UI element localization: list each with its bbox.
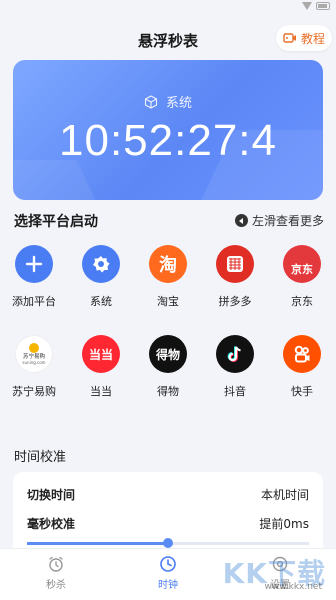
- tab-settings[interactable]: 设置: [224, 549, 336, 600]
- bottom-tab-bar: 秒杀 时钟 设置: [0, 548, 336, 600]
- platform-section-title: 选择平台启动: [14, 214, 98, 230]
- platform-label: 淘宝: [157, 295, 179, 308]
- platform-label: 得物: [157, 385, 179, 398]
- swipe-hint-label: 左滑查看更多: [251, 214, 324, 228]
- switch-time-label: 切换时间: [27, 488, 76, 502]
- platform-section-header: 选择平台启动 左滑查看更多: [14, 208, 324, 230]
- video-icon: [283, 33, 296, 43]
- header: 悬浮秒表 教程: [0, 22, 336, 56]
- time-source-label: 系统: [165, 96, 192, 111]
- tab-label: 时钟: [158, 580, 178, 591]
- platform-kuaishou[interactable]: 快手: [276, 335, 328, 425]
- platform-grid: 添加平台 系统 淘 淘宝 拼多多 京东 京东 苏宁易购 suning.com 苏…: [8, 245, 328, 425]
- pinduoduo-logo: [216, 245, 254, 283]
- douyin-logo: [216, 335, 254, 373]
- calibration-section-title: 时间校准: [14, 450, 67, 465]
- tutorial-button[interactable]: 教程: [276, 25, 332, 51]
- platform-add[interactable]: 添加平台: [8, 245, 60, 335]
- alarm-clock-icon: [49, 556, 63, 572]
- dangdang-logo: 当当: [82, 335, 120, 373]
- status-bar: [0, 0, 336, 18]
- platform-dangdang[interactable]: 当当 当当: [75, 335, 127, 425]
- ms-calibration-value: 提前0ms: [259, 517, 309, 531]
- ms-calibration-slider[interactable]: [27, 538, 309, 548]
- tab-clock[interactable]: 时钟: [112, 549, 224, 600]
- dewu-logo: 得物: [149, 335, 187, 373]
- wifi-icon: [302, 2, 312, 10]
- plus-icon: [15, 245, 53, 283]
- platform-douyin[interactable]: 抖音: [209, 335, 261, 425]
- platform-taobao[interactable]: 淘 淘宝: [142, 245, 194, 335]
- platform-label: 添加平台: [12, 295, 56, 308]
- tab-label: 秒杀: [46, 580, 66, 591]
- platform-label: 苏宁易购: [12, 385, 56, 398]
- platform-label: 当当: [90, 385, 112, 398]
- platform-label: 快手: [291, 385, 313, 398]
- clock-card: 系统 10:52:27:4: [13, 60, 323, 200]
- clock-icon: [160, 556, 176, 572]
- platform-label: 系统: [90, 295, 112, 308]
- tutorial-label: 教程: [300, 31, 325, 46]
- platform-jd[interactable]: 京东 京东: [276, 245, 328, 335]
- cube-icon: [144, 94, 158, 109]
- platform-label: 拼多多: [218, 295, 252, 308]
- switch-time-value: 本机时间: [260, 488, 309, 502]
- platform-suning[interactable]: 苏宁易购 suning.com 苏宁易购: [8, 335, 60, 425]
- chevron-left-icon: [234, 214, 248, 227]
- platform-pinduoduo[interactable]: 拼多多: [209, 245, 261, 335]
- ms-calibration-label: 毫秒校准: [27, 517, 76, 531]
- taobao-logo: 淘: [149, 245, 187, 283]
- battery-icon: [316, 2, 330, 10]
- kuaishou-logo: [283, 335, 321, 373]
- calibration-card: 切换时间 本机时间 毫秒校准 提前0ms: [13, 472, 323, 552]
- time-source: 系统: [13, 92, 323, 111]
- gear-icon: [82, 245, 120, 283]
- platform-system[interactable]: 系统: [75, 245, 127, 335]
- slider-handle[interactable]: [163, 538, 173, 548]
- clock-time: 10:52:27:4: [59, 116, 277, 165]
- settings-icon: [272, 556, 288, 572]
- platform-dewu[interactable]: 得物 得物: [142, 335, 194, 425]
- jd-logo: 京东: [283, 245, 321, 283]
- ms-calibration-row: 毫秒校准 提前0ms: [27, 515, 309, 532]
- switch-time-row[interactable]: 切换时间 本机时间: [27, 486, 309, 503]
- suning-logo: 苏宁易购 suning.com: [15, 335, 53, 373]
- tab-seckill[interactable]: 秒杀: [0, 549, 112, 600]
- swipe-hint[interactable]: 左滑查看更多: [234, 212, 324, 229]
- platform-label: 抖音: [224, 385, 246, 398]
- tab-label: 设置: [270, 580, 290, 591]
- platform-label: 京东: [291, 295, 313, 308]
